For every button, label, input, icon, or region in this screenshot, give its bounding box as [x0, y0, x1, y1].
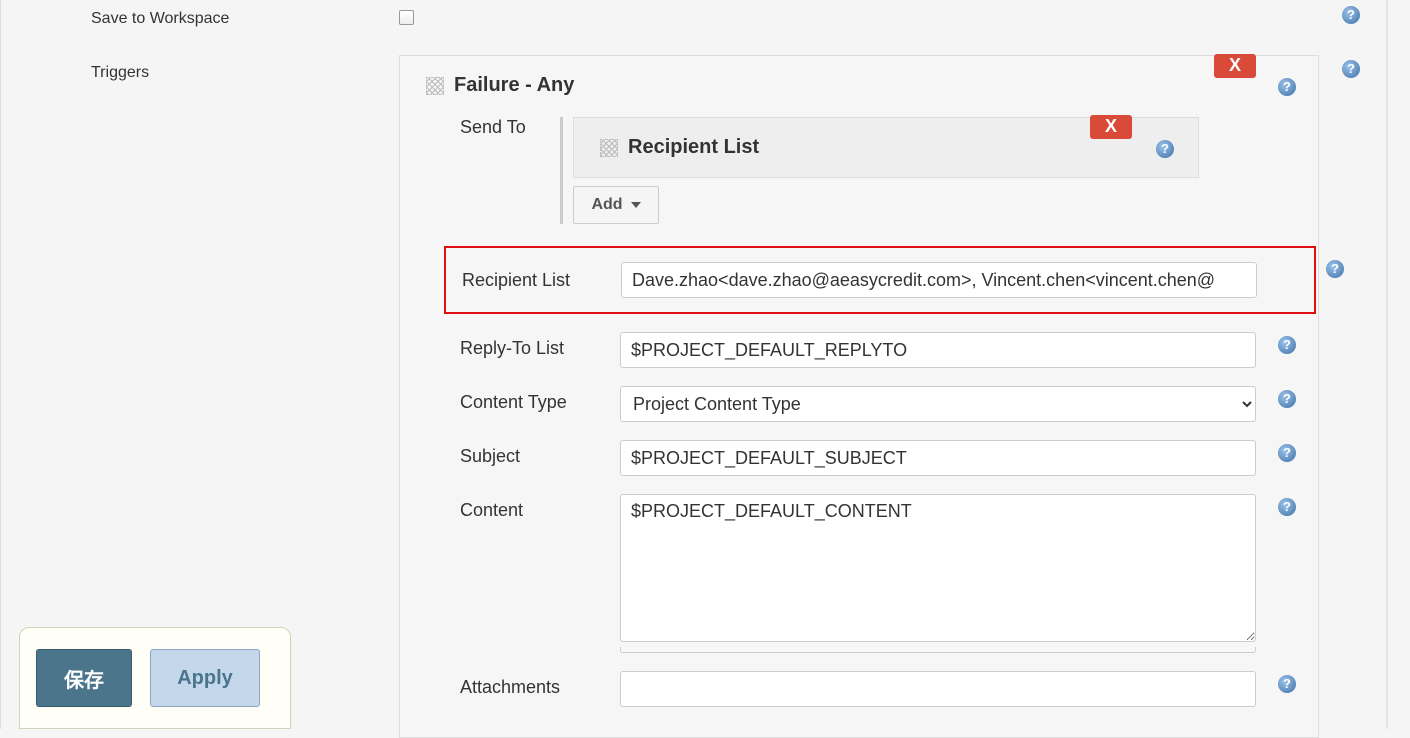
send-to-label: Send To — [400, 117, 560, 224]
recipient-list-label: Recipient List — [446, 270, 621, 291]
close-recipient-button[interactable]: X — [1090, 115, 1132, 139]
content-label: Content — [460, 494, 620, 521]
resize-handle-icon[interactable] — [620, 647, 1256, 653]
help-icon[interactable] — [1278, 444, 1296, 462]
recipient-list-title: Recipient List — [628, 136, 759, 159]
recipient-list-card: Recipient List X — [573, 117, 1199, 178]
content-textarea[interactable] — [620, 494, 1256, 642]
apply-button[interactable]: Apply — [150, 649, 260, 707]
content-type-select[interactable]: Project Content Type — [620, 386, 1256, 422]
chevron-down-icon — [631, 202, 641, 208]
help-icon[interactable] — [1278, 498, 1296, 516]
recipient-list-input[interactable] — [621, 262, 1257, 298]
triggers-label: Triggers — [91, 64, 149, 82]
subject-input[interactable] — [620, 440, 1256, 476]
help-icon[interactable] — [1278, 78, 1296, 96]
reply-to-input[interactable] — [620, 332, 1256, 368]
save-to-workspace-checkbox[interactable] — [399, 10, 414, 25]
drag-handle-icon[interactable] — [600, 139, 618, 157]
help-icon[interactable] — [1342, 6, 1360, 24]
reply-to-label: Reply-To List — [460, 332, 620, 359]
close-trigger-button[interactable]: X — [1214, 54, 1256, 78]
help-icon[interactable] — [1278, 336, 1296, 354]
attachments-label: Attachments — [460, 671, 620, 698]
trigger-card: Failure - Any X Send To Recipient List X — [399, 55, 1319, 738]
save-to-workspace-label: Save to Workspace — [91, 10, 229, 28]
save-button[interactable]: 保存 — [36, 649, 132, 707]
help-icon[interactable] — [1342, 60, 1360, 78]
footer-bar: 保存 Apply — [19, 627, 291, 729]
attachments-input[interactable] — [620, 671, 1256, 707]
add-button[interactable]: Add — [573, 186, 659, 224]
help-icon[interactable] — [1326, 260, 1344, 278]
add-button-label: Add — [591, 196, 622, 214]
help-icon[interactable] — [1278, 675, 1296, 693]
help-icon[interactable] — [1278, 390, 1296, 408]
divider — [1386, 0, 1388, 729]
content-type-label: Content Type — [460, 386, 620, 413]
help-icon[interactable] — [1156, 140, 1174, 158]
drag-handle-icon[interactable] — [426, 77, 444, 95]
subject-label: Subject — [460, 440, 620, 467]
recipient-list-highlight: Recipient List — [444, 246, 1316, 314]
trigger-title: Failure - Any — [454, 74, 574, 97]
